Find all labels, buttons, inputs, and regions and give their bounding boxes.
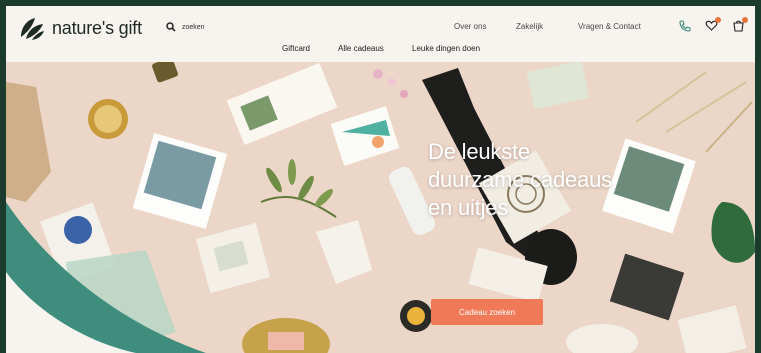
hero-headline: De leukste duurzame cadeaus en uitjes <box>428 138 688 222</box>
nav-link-giftcard[interactable]: Giftcard <box>282 44 310 53</box>
wishlist-button[interactable] <box>705 17 721 32</box>
hero-banner: De leukste duurzame cadeaus en uitjes Ca… <box>6 62 755 353</box>
nav-link-leuke-dingen-doen[interactable]: Leuke dingen doen <box>412 44 480 53</box>
wishlist-badge <box>715 17 721 23</box>
brand-name: nature's gift <box>52 17 142 38</box>
nav-link-zakelijk[interactable]: Zakelijk <box>516 22 543 31</box>
search-gift-button[interactable]: Cadeau zoeken <box>431 299 543 325</box>
nav-link-vragen-contact[interactable]: Vragen & Contact <box>578 22 641 31</box>
cart-button[interactable] <box>732 17 748 32</box>
logo[interactable]: nature's gift <box>18 15 142 41</box>
search-box[interactable]: zoeken <box>166 22 205 32</box>
leaf-logo-icon <box>21 18 44 40</box>
cart-badge <box>742 17 748 23</box>
hero-headline-line-2: duurzame cadeaus <box>428 167 612 192</box>
hero-headline-line-3: en uitjes <box>428 195 509 220</box>
search-icon <box>166 22 176 32</box>
phone-icon[interactable] <box>678 19 691 32</box>
nav-link-over-ons[interactable]: Over ons <box>454 22 486 31</box>
header-icons <box>678 17 748 32</box>
hero-headline-line-1: De leukste <box>428 139 530 164</box>
search-input[interactable]: zoeken <box>182 24 205 31</box>
site-header: nature's gift zoeken Over ons Zakelijk V… <box>6 6 755 62</box>
nav-link-alle-cadeaus[interactable]: Alle cadeaus <box>338 44 384 53</box>
